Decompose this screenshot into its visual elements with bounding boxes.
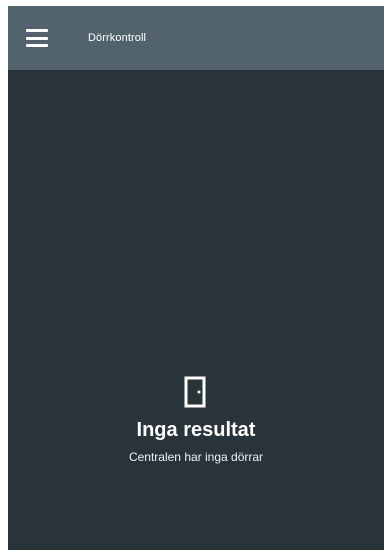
app-bar: Dörrkontroll	[8, 6, 384, 70]
door-icon	[184, 376, 208, 410]
empty-state: Inga resultat Centralen har inga dörrar	[8, 376, 384, 464]
menu-icon[interactable]	[26, 29, 50, 47]
menu-line	[26, 29, 48, 32]
empty-state-title: Inga resultat	[136, 419, 256, 441]
app-title: Dörrkontroll	[88, 32, 147, 44]
app-screen: Dörrkontroll Inga resultat Centralen har…	[8, 6, 384, 550]
menu-line	[26, 36, 48, 40]
empty-state-subtitle: Centralen har inga dörrar	[128, 450, 264, 464]
menu-line	[26, 44, 48, 47]
